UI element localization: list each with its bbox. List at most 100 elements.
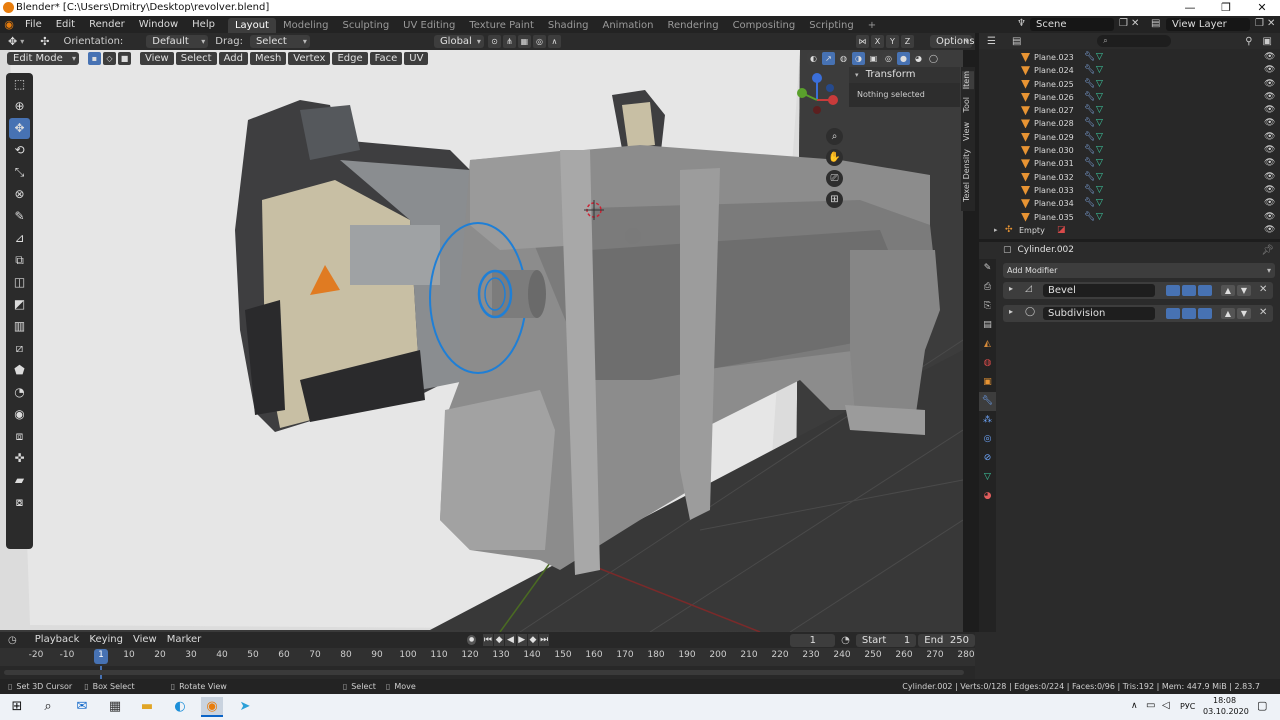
edge-browser-icon[interactable]: ◐ (169, 697, 191, 717)
windows-start-icon[interactable]: ⊞ (6, 697, 28, 717)
eye-icon[interactable]: 👁︎ (1264, 157, 1275, 170)
editmode-icon[interactable] (1198, 285, 1212, 296)
modifier-tab-icon[interactable]: 🔧︎ (979, 392, 996, 411)
copy-icon[interactable]: ❐ (1119, 18, 1128, 29)
tab-sculpting[interactable]: Sculpting (335, 18, 396, 33)
outliner-row[interactable]: Plane.034 🔧︎ ▽ 👁︎ (979, 197, 1280, 210)
menu-uv[interactable]: UV (404, 52, 429, 65)
loop-cut-tool-icon[interactable]: ▥ (9, 316, 30, 337)
move-up-icon[interactable]: ▲ (1221, 308, 1235, 319)
view-layer-tab-icon[interactable]: ▤ (979, 316, 996, 335)
network-icon[interactable]: ▭ (1146, 700, 1155, 711)
drag-dropdown[interactable]: Select Box (249, 35, 310, 60)
eye-icon[interactable]: 👁︎ (1264, 104, 1275, 117)
display-mode-icon[interactable]: ▤ (1012, 36, 1021, 47)
blender-menu-icon[interactable]: ◉ (0, 18, 18, 31)
tab-shading[interactable]: Shading (541, 18, 596, 33)
knife-tool-icon[interactable]: ⧄ (9, 338, 30, 359)
outliner-row-empty[interactable]: ▸ ✣ Empty ◪ 👁︎ (979, 224, 1280, 237)
close-layer-icon[interactable]: ✕ (1267, 18, 1275, 29)
outliner-editor-icon[interactable]: ☰ (987, 36, 996, 47)
eye-icon[interactable]: 👁︎ (1264, 91, 1275, 104)
modifier-name-field[interactable]: Subdivision (1043, 307, 1155, 320)
material-shading-icon[interactable]: ◕ (912, 52, 925, 65)
object-tab-icon[interactable]: ▣ (979, 373, 996, 392)
eye-icon[interactable]: 👁︎ (1264, 117, 1275, 130)
menu-edge[interactable]: Edge (332, 52, 368, 65)
data-tab-icon[interactable]: ▽ (979, 468, 996, 487)
outliner-search-input[interactable]: ⌕ (1097, 35, 1172, 47)
poly-build-tool-icon[interactable]: ⬟ (9, 360, 30, 381)
scale-tool-icon[interactable]: ⤡ (9, 162, 30, 183)
proportional-falloff-icon[interactable]: ∧ (547, 35, 561, 48)
render-tab-icon[interactable]: ⎙ (979, 278, 996, 297)
menu-render[interactable]: Render (82, 16, 132, 33)
record-icon[interactable]: ● (466, 635, 477, 645)
next-keyframe-icon[interactable]: ◆ (527, 634, 539, 646)
close-button[interactable]: ✕ (1244, 0, 1280, 16)
rotate-tool-icon[interactable]: ⟲ (9, 140, 30, 161)
vertex-select-icon[interactable]: ▪ (88, 52, 101, 65)
shear-tool-icon[interactable]: ▰ (9, 470, 30, 491)
modifier-name-field[interactable]: Bevel (1043, 284, 1155, 297)
tab-item[interactable]: Item (962, 71, 974, 90)
bevel-tool-icon[interactable]: ◩ (9, 294, 30, 315)
tab-scripting[interactable]: Scripting (802, 18, 860, 33)
gizmo-toggle-icon[interactable]: ↗ (822, 52, 835, 65)
remove-modifier-icon[interactable]: ✕ (1259, 307, 1267, 318)
eye-icon[interactable]: 👁︎ (1264, 171, 1275, 184)
outliner-row[interactable]: Plane.030 🔧︎ ▽ 👁︎ (979, 144, 1280, 157)
minimize-button[interactable]: — (1172, 0, 1208, 16)
scene-tab-icon[interactable]: ◭ (979, 335, 996, 354)
outliner-row[interactable]: Plane.023 🔧︎ ▽ 👁︎ (979, 51, 1280, 64)
timeline-editor-icon[interactable]: ◷ (8, 635, 17, 646)
copy-layer-icon[interactable]: ❐ (1255, 18, 1264, 29)
expand-arrow-icon[interactable]: ▸ (1009, 284, 1013, 293)
face-select-icon[interactable]: ■ (118, 52, 131, 65)
blender-taskbar-icon[interactable]: ◉ (201, 697, 223, 717)
3d-viewport[interactable]: Edit Mode ▪ ◇ ■ View Select Add Mesh Ver… (0, 50, 963, 632)
pan-hand-icon[interactable]: ✋ (826, 149, 843, 166)
proportional-edit-icon[interactable]: ◎ (532, 35, 546, 48)
options-dropdown[interactable]: Options (930, 35, 975, 48)
camera-icon[interactable]: ⎚ (826, 170, 843, 187)
snap-target-icon[interactable]: ▦ (517, 35, 531, 48)
eye-icon[interactable]: 👁︎ (1264, 131, 1275, 144)
extrude-tool-icon[interactable]: ⧉ (9, 250, 30, 271)
notifications-icon[interactable]: ▢ (1257, 699, 1267, 712)
tab-animation[interactable]: Animation (596, 18, 661, 33)
tool-settings-tab-icon[interactable]: ✎ (979, 259, 996, 278)
input-language[interactable]: РУС (1180, 702, 1195, 711)
search-icon[interactable]: ⌕ (37, 697, 59, 717)
volume-icon[interactable]: ◁ (1162, 700, 1170, 711)
move-down-icon[interactable]: ▼ (1237, 285, 1251, 296)
zoom-icon[interactable]: ⌕ (826, 128, 843, 145)
tab-modeling[interactable]: Modeling (276, 18, 336, 33)
menu-face[interactable]: Face (369, 52, 403, 65)
modifier-row-subdivision[interactable]: ▸ ◯ Subdivision ▲ ▼ ✕ (1003, 305, 1273, 322)
eye-icon[interactable]: 👁︎ (1264, 184, 1275, 197)
outliner-row[interactable]: Plane.024 🔧︎ ▽ 👁︎ (979, 64, 1280, 77)
mail-icon[interactable]: ✉ (71, 697, 93, 717)
tab-view[interactable]: View (962, 122, 974, 141)
store-icon[interactable]: ▦ (104, 697, 126, 717)
start-frame-field[interactable]: Start 1 (855, 633, 917, 647)
eye-icon[interactable]: 👁︎ (1264, 78, 1275, 91)
frame-ruler[interactable]: -20 -10 1 10 20 30 40 50 60 70 80 90 100 110 120 130 140… (0, 648, 975, 666)
scene-selector[interactable]: Scene (1030, 18, 1114, 31)
jump-end-icon[interactable]: ⏭ (539, 634, 550, 646)
realtime-icon[interactable] (1182, 308, 1196, 319)
play-reverse-icon[interactable]: ◀ (505, 634, 516, 646)
expand-arrow-icon[interactable]: ▸ (1009, 307, 1013, 316)
mode-dropdown[interactable]: Edit Mode (7, 52, 79, 65)
timeline-keyframe-area[interactable] (0, 666, 975, 679)
move-tool-button-icon[interactable]: ✥ (9, 118, 30, 139)
tab-rendering[interactable]: Rendering (660, 18, 725, 33)
edge-select-icon[interactable]: ◇ (103, 52, 116, 65)
eye-icon[interactable]: 👁︎ (1264, 51, 1275, 64)
play-icon[interactable]: ▶ (516, 634, 527, 646)
camera-icon[interactable] (1166, 285, 1180, 296)
close-scene-icon[interactable]: ✕ (1131, 18, 1139, 29)
modifier-row-bevel[interactable]: ▸ ◿ Bevel ▲ ▼ ✕ (1003, 282, 1273, 299)
outliner-row[interactable]: Plane.027 🔧︎ ▽ 👁︎ (979, 104, 1280, 117)
